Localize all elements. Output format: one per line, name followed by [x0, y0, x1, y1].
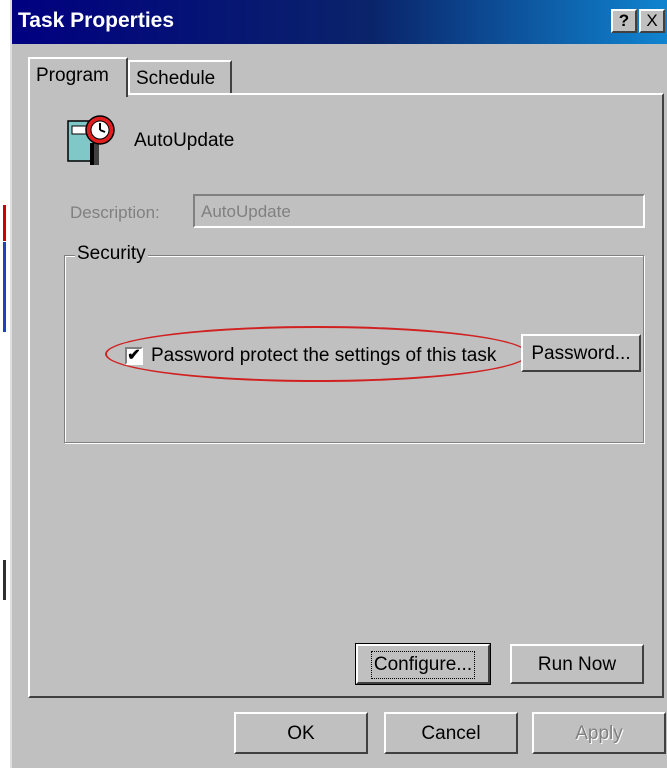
close-button[interactable]: X — [639, 9, 665, 33]
checkmark-icon: ✔ — [127, 347, 141, 364]
tab-program-label: Program — [36, 65, 109, 86]
task-name: AutoUpdate — [134, 130, 235, 151]
description-label: Description: — [70, 203, 160, 222]
ok-button[interactable]: OK — [234, 712, 368, 754]
tab-schedule[interactable]: Schedule — [128, 60, 232, 94]
tab-schedule-label: Schedule — [136, 68, 216, 89]
run-now-button[interactable]: Run Now — [510, 644, 644, 684]
run-now-button-label: Run Now — [537, 654, 617, 675]
scheduled-task-clock-icon — [67, 115, 115, 165]
ok-button-label: OK — [287, 723, 315, 744]
configure-button-label: Configure... — [370, 651, 476, 679]
security-groupbox: Security ✔ Password protect the settings… — [64, 243, 644, 443]
cancel-button-label: Cancel — [421, 723, 481, 744]
password-button-label: Password... — [531, 343, 631, 364]
security-group-label: Security — [75, 243, 148, 265]
help-button[interactable]: ? — [611, 9, 637, 33]
desktop-edge — [0, 0, 10, 768]
description-field: AutoUpdate — [193, 194, 645, 228]
task-properties-dialog: Task Properties ? X Program Schedule Aut… — [10, 0, 667, 768]
configure-button[interactable]: Configure... — [355, 643, 491, 685]
help-icon: ? — [618, 11, 630, 30]
apply-button-label: Apply — [575, 723, 623, 744]
apply-button[interactable]: Apply — [532, 712, 666, 754]
cancel-button[interactable]: Cancel — [384, 712, 518, 754]
password-protect-checkbox[interactable]: ✔ — [125, 347, 143, 365]
tab-program[interactable]: Program — [28, 57, 128, 97]
password-button[interactable]: Password... — [521, 334, 641, 372]
close-icon: X — [646, 11, 658, 30]
password-protect-label[interactable]: Password protect the settings of this ta… — [151, 345, 496, 367]
title-bar[interactable]: Task Properties ? X — [12, 0, 667, 44]
program-tab-page: AutoUpdate Description: AutoUpdate Secur… — [28, 93, 664, 698]
window-title: Task Properties — [18, 9, 175, 32]
